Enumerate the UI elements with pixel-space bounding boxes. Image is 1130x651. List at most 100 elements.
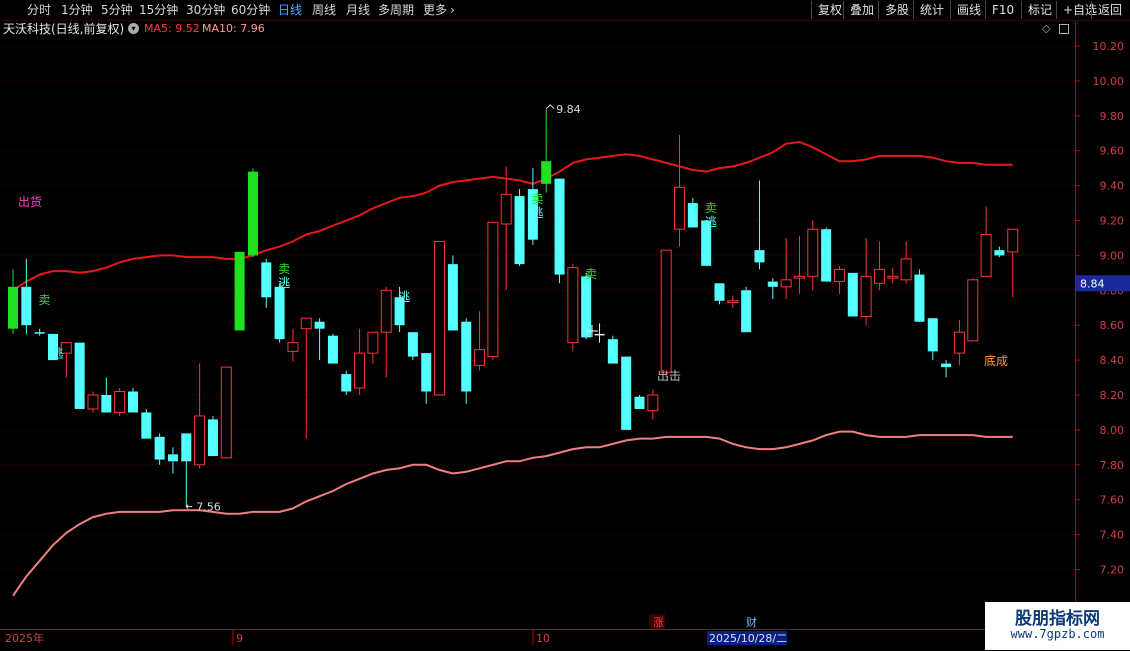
signal-label-9: 逃 (705, 215, 717, 229)
y-tick-label-0: 10.20 (1093, 40, 1125, 53)
candle-body-19 (261, 262, 272, 298)
candle-body-72 (967, 279, 979, 342)
candle-body-15 (207, 419, 218, 457)
candle-body-71 (953, 331, 965, 354)
candle-body-69 (927, 318, 938, 352)
annotation-0: 出货 (18, 194, 42, 209)
x-label-1: 9 (236, 632, 243, 645)
y-tick-label-12: 7.80 (1100, 459, 1125, 472)
y-tick-label-4: 9.40 (1100, 180, 1125, 193)
signal-label-8: 卖 (705, 201, 717, 215)
candle-body-2 (34, 332, 45, 334)
candle-body-36 (487, 221, 499, 358)
candle-body-73 (980, 233, 992, 277)
candle-body-70 (941, 363, 952, 368)
candle-body-40 (541, 161, 552, 184)
y-tick-label-5: 9.20 (1100, 215, 1125, 228)
candle-body-47 (634, 396, 645, 409)
candle-body-1 (21, 286, 32, 326)
candle-body-43 (581, 276, 592, 338)
watermark-logo: 股朋指标网 www.7gpzb.com (985, 602, 1130, 650)
candle-body-8 (114, 391, 126, 413)
candle-body-58 (780, 279, 792, 288)
candle-body-44 (594, 333, 605, 336)
y-tick-label-2: 9.80 (1100, 110, 1125, 123)
candle-body-66 (887, 275, 899, 279)
candle-body-67 (900, 258, 912, 281)
y-tick-label-9: 8.40 (1100, 354, 1125, 367)
candle-body-14 (194, 415, 206, 466)
candle-body-50 (674, 186, 685, 230)
candle-body-41 (554, 178, 565, 275)
candle-body-18 (247, 171, 258, 256)
y-tick-label-11: 8.00 (1100, 424, 1125, 437)
candle-body-13 (181, 433, 192, 462)
candle-body-64 (860, 275, 872, 317)
candle-body-6 (87, 394, 99, 410)
upper-band-line (12, 140, 1013, 292)
x-label-2: 10 (536, 632, 550, 645)
cursor-date-label: 2025/10/28/二 (709, 632, 787, 645)
candle-body-5 (74, 342, 85, 409)
signal-label-2: 卖 (278, 262, 290, 276)
signal-label-3: 逃 (278, 276, 290, 290)
candle-body-54 (727, 300, 739, 304)
y-tick-label-10: 8.20 (1100, 389, 1125, 402)
candle-body-35 (474, 349, 486, 366)
candle-body-25 (341, 374, 352, 392)
candle-body-61 (821, 229, 832, 282)
y-tick-label-1: 10.00 (1093, 75, 1125, 88)
candle-body-38 (514, 196, 525, 265)
candle-body-28 (380, 289, 392, 333)
candle-body-9 (127, 391, 138, 413)
signal-label-0: 卖 (38, 293, 50, 307)
candle-body-48 (647, 394, 659, 412)
event-marker-1: 财 (746, 615, 757, 629)
candle-body-65 (873, 268, 885, 284)
candle-body-7 (101, 395, 112, 413)
candle-body-51 (687, 203, 698, 228)
signal-label-1: 逃 (52, 347, 64, 361)
watermark-url: www.7gpzb.com (1010, 627, 1105, 641)
annotation-1: 出击 (657, 369, 681, 383)
candle-body-16 (220, 366, 232, 459)
low-marker-arrow (185, 504, 193, 510)
candle-body-56 (754, 250, 765, 263)
current-price-label: 8.84 (1080, 277, 1105, 290)
y-tick-label-15: 7.20 (1100, 564, 1125, 577)
low-marker-label: 7.56 (196, 501, 221, 514)
candle-body-26 (354, 352, 366, 389)
annotation-2: 底成 (984, 353, 1008, 368)
candle-body-68 (914, 274, 925, 322)
candle-body-74 (994, 250, 1005, 256)
candle-body-42 (567, 267, 579, 344)
candle-body-62 (833, 268, 845, 283)
event-marker-0: 涨 (653, 616, 664, 629)
candle-body-24 (327, 335, 338, 364)
candle-body-30 (407, 332, 418, 357)
candle-body-46 (621, 356, 632, 430)
candle-body-53 (714, 283, 725, 301)
candle-body-57 (767, 281, 778, 287)
watermark-title: 股朋指标网 (1015, 609, 1100, 629)
high-marker-arrow (545, 104, 555, 110)
candlestick-chart[interactable]: 10.2010.009.809.609.409.209.008.808.608.… (0, 0, 1130, 650)
candle-body-63 (847, 272, 858, 317)
candle-body-27 (367, 331, 379, 354)
candle-body-59 (793, 275, 805, 279)
candle-body-17 (234, 251, 245, 331)
y-tick-label-13: 7.60 (1100, 494, 1125, 507)
candle-body-22 (300, 317, 312, 330)
candle-body-0 (8, 286, 18, 329)
candle-body-23 (314, 321, 325, 329)
candle-body-49 (660, 249, 672, 373)
candle-body-37 (500, 193, 512, 225)
y-tick-label-3: 9.60 (1100, 145, 1125, 158)
candle-body-34 (461, 321, 472, 392)
candle-body-33 (447, 264, 458, 331)
signal-label-7: 卖 (585, 267, 597, 281)
candle-body-45 (607, 339, 618, 364)
candle-body-11 (154, 436, 165, 460)
candle-body-60 (807, 228, 819, 277)
high-marker-label: 9.84 (556, 103, 581, 116)
